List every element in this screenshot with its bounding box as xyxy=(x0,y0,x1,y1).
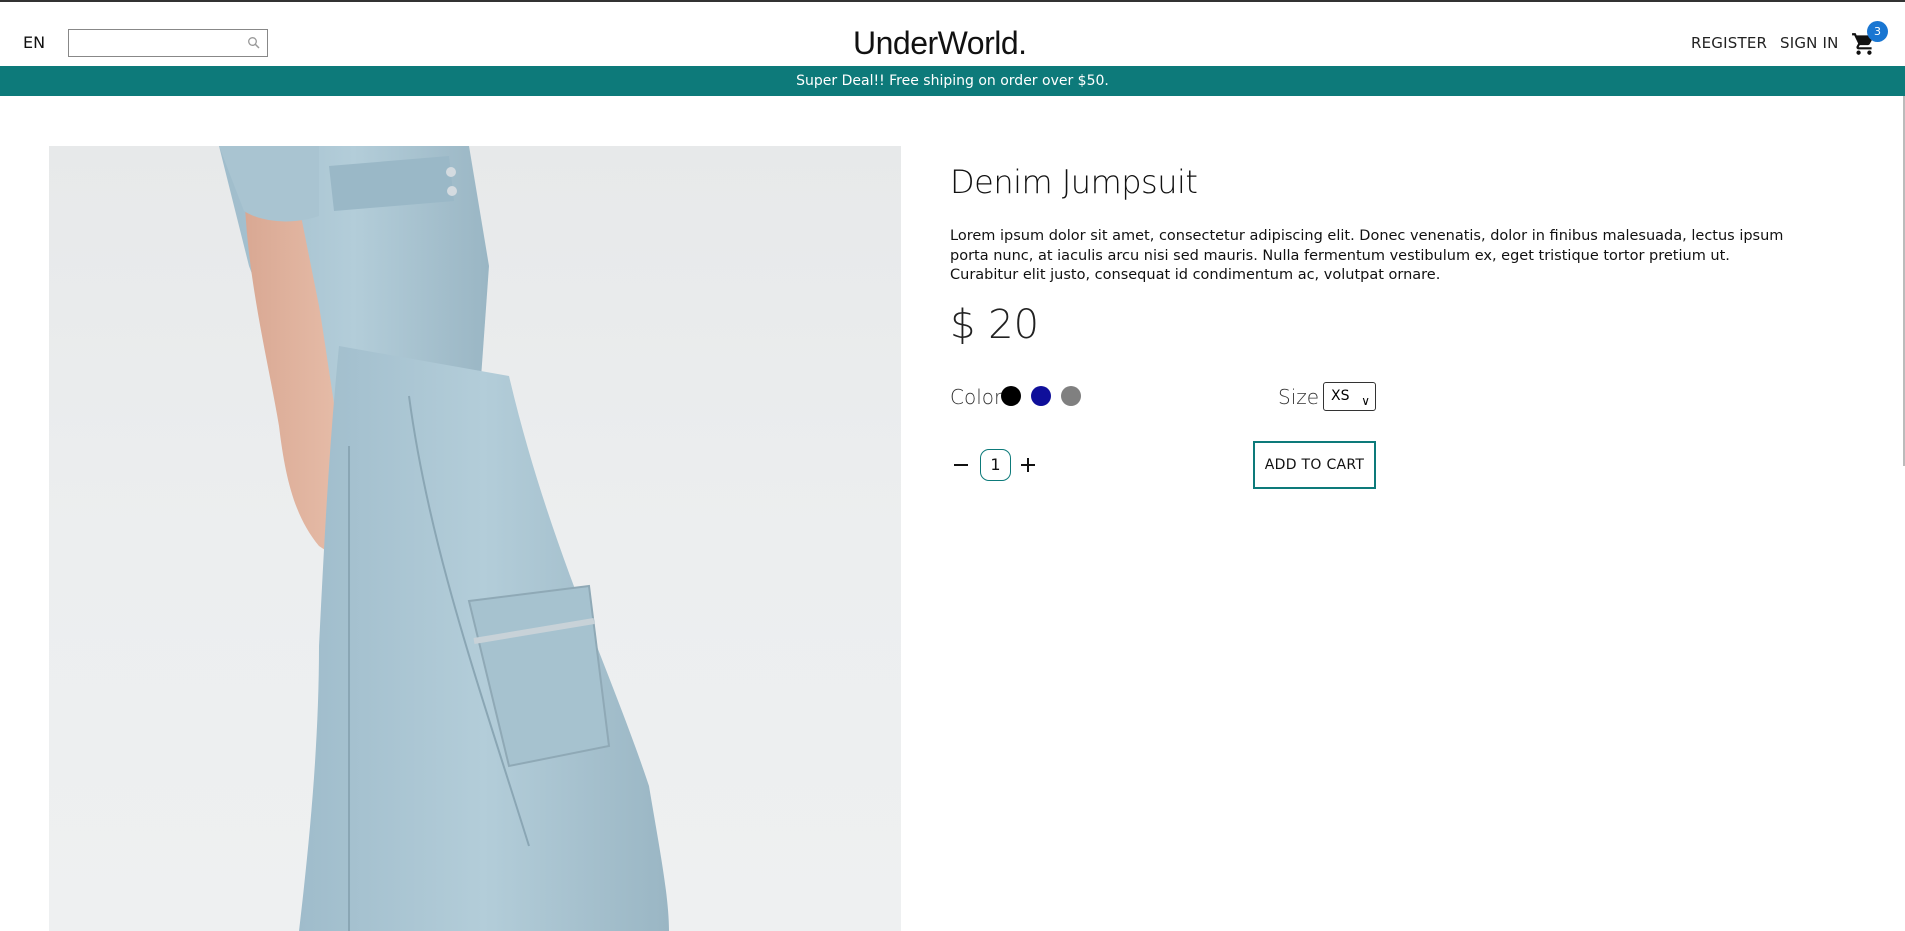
product-title: Denim Jumpsuit xyxy=(950,163,1198,201)
product-description: Lorem ipsum dolor sit amet, consectetur … xyxy=(950,228,1784,283)
product-price: $ 20 xyxy=(950,302,1040,348)
product-image xyxy=(49,146,901,931)
size-select[interactable]: XS ∨ xyxy=(1323,382,1376,411)
sign-in-link[interactable]: SIGN IN xyxy=(1780,34,1839,52)
minus-icon[interactable] xyxy=(952,455,970,475)
search-input[interactable] xyxy=(71,32,241,54)
navbar: EN UnderWorld. REGISTER SIGN IN 3 xyxy=(0,2,1905,66)
language-selector[interactable]: EN xyxy=(23,33,45,52)
cart-count-badge: 3 xyxy=(1867,21,1888,42)
search-icon[interactable] xyxy=(247,36,261,50)
logo[interactable]: UnderWorld. xyxy=(853,24,1027,62)
announcement-bar: Super Deal!! Free shiping on order over … xyxy=(0,66,1905,96)
color-swatch-blue[interactable] xyxy=(1031,386,1051,406)
plus-icon[interactable] xyxy=(1019,455,1037,475)
add-to-cart-button[interactable]: ADD TO CART xyxy=(1253,441,1376,489)
quantity-value: 1 xyxy=(980,449,1011,481)
color-label: Color xyxy=(950,385,1003,409)
color-swatch-black[interactable] xyxy=(1001,386,1021,406)
color-swatch-gray[interactable] xyxy=(1061,386,1081,406)
search-box xyxy=(68,29,268,57)
chevron-down-icon: ∨ xyxy=(1361,394,1370,408)
register-link[interactable]: REGISTER xyxy=(1691,34,1767,52)
size-select-value: XS xyxy=(1331,388,1350,404)
jumpsuit-illustration xyxy=(219,146,669,931)
size-label: Size xyxy=(1278,385,1320,409)
